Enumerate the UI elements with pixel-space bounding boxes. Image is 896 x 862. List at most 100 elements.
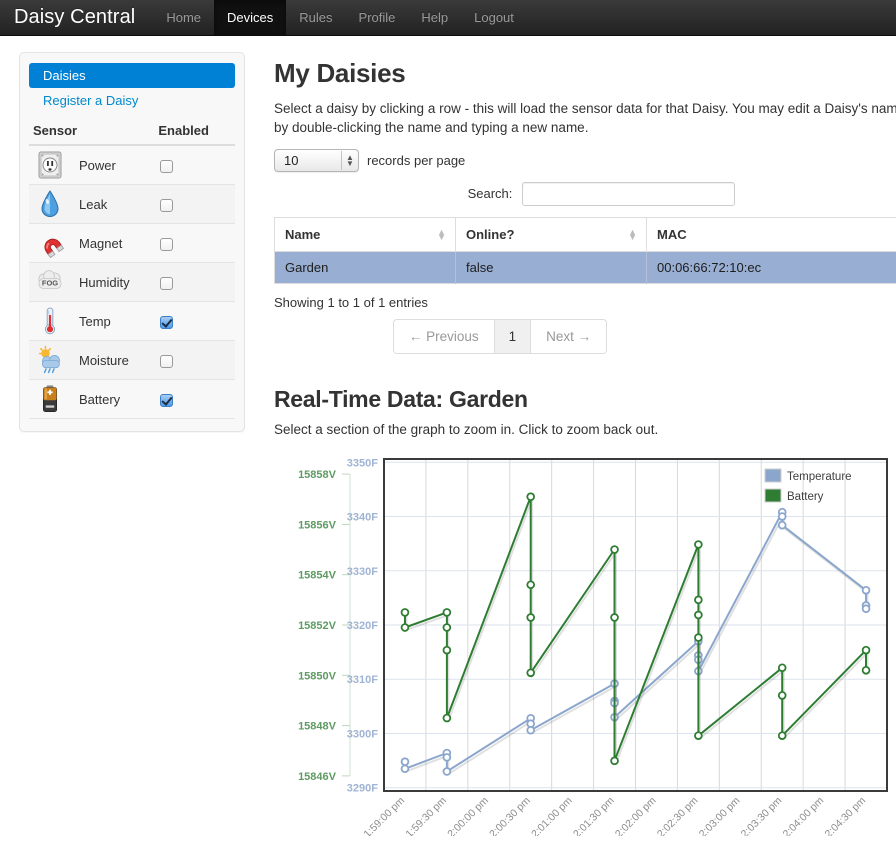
nav-link-home[interactable]: Home <box>153 0 214 35</box>
sensor-row-power[interactable]: Power <box>29 145 235 185</box>
nav-link-rules[interactable]: Rules <box>286 0 345 35</box>
sensor-row-battery-label: Battery <box>75 380 156 419</box>
sidebar-item-daisies-label[interactable]: Daisies <box>29 63 235 88</box>
cell-online: false <box>456 252 647 284</box>
daisies-table: Name ▲ ▼ Online? ▲ ▼ MAC <box>274 217 896 284</box>
nav-link-help[interactable]: Help <box>408 0 461 35</box>
svg-text:2:00:00 pm: 2:00:00 pm <box>445 795 491 837</box>
sensor-row-battery[interactable]: Battery <box>29 380 235 419</box>
svg-text:2:04:30 pm: 2:04:30 pm <box>823 795 869 837</box>
column-header-mac[interactable]: MAC <box>647 218 896 252</box>
cell-name[interactable]: Garden <box>275 252 456 284</box>
sort-arrows-icon[interactable]: ▲ ▼ <box>628 230 637 240</box>
sidebar: Daisies Register a Daisy Sensor Enabled <box>19 52 245 432</box>
sort-arrows-icon[interactable]: ▲ ▼ <box>437 230 446 240</box>
svg-text:2:04:00 pm: 2:04:00 pm <box>781 795 827 837</box>
cell-mac: 00:06:66:72:10:ec <box>647 252 896 284</box>
pagination-page-1-button[interactable]: 1 <box>495 320 532 353</box>
svg-text:2:03:30 pm: 2:03:30 pm <box>739 795 785 837</box>
svg-text:3310F: 3310F <box>347 674 378 686</box>
sensor-row-temp-label: Temp <box>75 302 156 341</box>
page-title: My Daisies <box>274 58 896 89</box>
records-per-page-select[interactable]: 10 ▲ ▼ <box>274 149 359 172</box>
battery-icon <box>35 383 65 415</box>
records-per-page-label: records per page <box>367 153 465 168</box>
column-header-name[interactable]: Name ▲ ▼ <box>275 218 456 252</box>
page-description: Select a daisy by clicking a row - this … <box>274 99 896 137</box>
sensor-checkbox-temp[interactable] <box>160 316 173 329</box>
search-label: Search: <box>468 186 513 201</box>
nav-link-profile[interactable]: Profile <box>346 0 409 35</box>
table-row[interactable]: Garden false 00:06:66:72:10:ec <box>275 252 896 284</box>
svg-text:2:00:30 pm: 2:00:30 pm <box>487 795 533 837</box>
top-navbar: Daisy Central Home Devices Rules Profile… <box>0 0 896 36</box>
fog-cloud-icon: FOG <box>35 266 65 298</box>
pagination-previous-button[interactable]: ← Previous <box>394 320 495 353</box>
chart-title: Real-Time Data: Garden <box>274 386 896 413</box>
sensor-row-battery-enabled-cell <box>156 380 235 419</box>
sidebar-item-register-a-daisy[interactable]: Register a Daisy <box>29 88 235 113</box>
svg-text:2:01:30 pm: 2:01:30 pm <box>571 795 617 837</box>
sensor-table: Sensor Enabled <box>29 120 235 419</box>
sensor-row-magnet-label: Magnet <box>75 224 156 263</box>
sensor-row-leak[interactable]: Leak <box>29 185 235 224</box>
svg-text:3350F: 3350F <box>347 457 378 469</box>
page-length-row: 10 ▲ ▼ records per page <box>274 149 896 172</box>
pagination-next-button[interactable]: Next → <box>531 320 606 353</box>
thermometer-icon <box>35 305 65 337</box>
svg-text:3330F: 3330F <box>347 566 378 578</box>
sun-rain-cloud-icon <box>35 344 65 376</box>
footer-text <box>274 850 896 862</box>
page-description-line-1: Select a daisy by clicking a row - this … <box>274 101 896 116</box>
sensor-checkbox-leak[interactable] <box>160 199 173 212</box>
chart-subtitle: Select a section of the graph to zoom in… <box>274 422 896 437</box>
sensor-checkbox-power[interactable] <box>160 160 173 173</box>
sensor-row-moisture-label: Moisture <box>75 341 156 380</box>
thermometer-icon-cell <box>29 302 75 341</box>
svg-text:2:01:00 pm: 2:01:00 pm <box>529 795 575 837</box>
main-nav: Home Devices Rules Profile Help Logout <box>153 0 527 35</box>
stepper-icon[interactable]: ▲ ▼ <box>341 151 358 170</box>
sensor-row-humidity[interactable]: FOG Humidity <box>29 263 235 302</box>
water-drop-icon <box>35 188 65 220</box>
chart-canvas[interactable]: 15846V15848V15850V15852V15854V15856V1585… <box>274 451 894 836</box>
sensor-checkbox-humidity[interactable] <box>160 277 173 290</box>
sensor-row-temp-enabled-cell <box>156 302 235 341</box>
sensor-row-temp[interactable]: Temp <box>29 302 235 341</box>
svg-text:3340F: 3340F <box>347 512 378 524</box>
sensor-row-moisture[interactable]: Moisture <box>29 341 235 380</box>
sensor-row-humidity-enabled-cell <box>156 263 235 302</box>
column-header-mac-label: MAC <box>657 227 687 242</box>
sidebar-nav: Daisies Register a Daisy <box>29 63 235 113</box>
sensor-checkbox-moisture[interactable] <box>160 355 173 368</box>
sensor-row-magnet[interactable]: Magnet <box>29 224 235 263</box>
sidebar-item-register-label[interactable]: Register a Daisy <box>29 88 235 113</box>
water-drop-icon-cell <box>29 185 75 224</box>
sidebar-item-daisies[interactable]: Daisies <box>29 63 235 88</box>
pagination: ← Previous 1 Next → <box>274 319 896 354</box>
svg-text:15858V: 15858V <box>298 469 337 481</box>
svg-text:FOG: FOG <box>42 278 58 287</box>
pagination-group: ← Previous 1 Next → <box>393 319 607 354</box>
search-input[interactable] <box>522 182 735 206</box>
realtime-chart[interactable]: 15846V15848V15850V15852V15854V15856V1585… <box>274 451 894 836</box>
power-outlet-icon <box>35 149 65 181</box>
enabled-column-header: Enabled <box>156 120 235 145</box>
svg-text:3300F: 3300F <box>347 729 378 741</box>
app-brand[interactable]: Daisy Central <box>0 0 153 35</box>
page-description-line-2: by double-clicking the name and typing a… <box>274 118 896 137</box>
chevron-down-icon: ▼ <box>346 161 354 167</box>
svg-text:Temperature: Temperature <box>787 471 852 483</box>
nav-link-devices[interactable]: Devices <box>214 0 286 35</box>
table-info: Showing 1 to 1 of 1 entries <box>274 295 896 310</box>
column-header-online[interactable]: Online? ▲ ▼ <box>456 218 647 252</box>
nav-link-logout[interactable]: Logout <box>461 0 527 35</box>
sensor-row-leak-enabled-cell <box>156 185 235 224</box>
sensor-row-power-enabled-cell <box>156 145 235 185</box>
page-body: Daisies Register a Daisy Sensor Enabled <box>0 36 896 862</box>
sensor-row-humidity-label: Humidity <box>75 263 156 302</box>
svg-text:15852V: 15852V <box>298 620 337 632</box>
sensor-checkbox-magnet[interactable] <box>160 238 173 251</box>
sort-desc-icon: ▼ <box>628 235 637 240</box>
sensor-checkbox-battery[interactable] <box>160 394 173 407</box>
